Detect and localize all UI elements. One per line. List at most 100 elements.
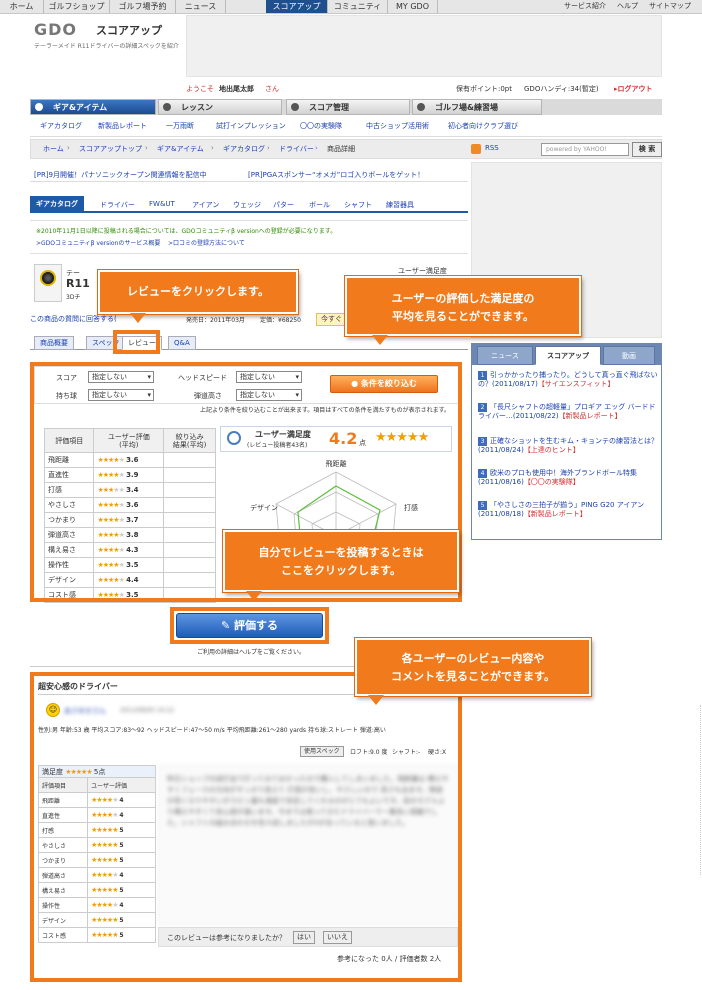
breadcrumb-sep: › [145,144,148,152]
cat-tab-iron[interactable]: アイアン [192,200,219,210]
cat-tab-putter[interactable]: パター [273,200,294,210]
main-tabs: ギア&アイテム レッスン スコア管理 ゴルフ場&練習場 [30,99,662,115]
tab-gear[interactable]: ギア&アイテム [30,99,156,115]
top-nav-service[interactable]: サービス紹介 [564,0,606,13]
callout-click-review: レビューをクリックします。 [98,270,298,314]
callout-tail [368,695,384,705]
notice-box: ※2010年11月1日以降に投稿される場合については、GDOコミュニティβ ve… [30,220,468,254]
notice-link-overview[interactable]: >GDOコミュニティβ versionのサービス概要 [36,238,160,247]
breadcrumb-gear[interactable]: ギア&アイテム [157,144,204,154]
search-button[interactable]: 検 索 [632,142,662,157]
product-satisfaction-label: ユーザー満足度 [398,267,447,275]
breadcrumb: ホーム › スコアアップトップ › ギア&アイテム › ギアカタログ › ドライ… [30,139,662,159]
breadcrumb-current: 商品詳細 [327,145,355,153]
breadcrumb-sep: › [67,144,70,152]
gdo-logo[interactable]: GDO [34,20,77,39]
tab-score[interactable]: スコア管理 [286,99,410,115]
callout-tail [372,335,388,345]
callout-tail [130,313,146,323]
subnav-catalog[interactable]: ギアカタログ [40,121,82,131]
search-input[interactable]: powered by YAHOO! [541,143,629,156]
site-name: スコアアップ [96,24,162,37]
tab-overview[interactable]: 商品概要 [34,336,74,350]
top-nav-news[interactable]: ニュース [176,0,226,13]
tab-course[interactable]: ゴルフ場&練習場 [412,99,542,115]
user-name: 地出尾太郎 [219,85,254,93]
header-banner [186,15,662,77]
callout-average: ユーザーの評価した満足度の 平均を見ることができます。 [345,276,581,336]
subnav-used[interactable]: 中古ショップ活用術 [366,121,429,131]
highlight-review-item [30,672,462,982]
cat-tab-catalog[interactable]: ギアカタログ [30,196,84,213]
top-nav-scoreup[interactable]: スコアアップ [266,0,328,13]
subnav-ichimanu[interactable]: 一万雨断 [166,121,194,131]
cat-tab-practice[interactable]: 練習器具 [386,200,414,210]
top-nav-reservation[interactable]: ゴルフ場予約 [110,0,176,13]
breadcrumb-sep: › [267,144,270,152]
top-nav-community[interactable]: コミュニティ [328,0,388,13]
pr-link-2[interactable]: [PR]PGAスポンサー“オメガ”ロゴ入りボールをゲット！ [248,170,424,180]
top-nav-shop[interactable]: ゴルフショップ [44,0,110,13]
top-nav: ホーム ゴルフショップ ゴルフ場予約 ニュース スコアアップ コミュニティ MY… [0,0,702,14]
review-tabs: 商品概要 スペック レビュー Q&A [30,336,468,350]
category-tabs: ギアカタログ ドライバー FW&UT アイアン ウェッジ パター ボール シャフ… [30,196,468,213]
tagline: テーラーメイド R11ドライバーの詳細スペックを紹介 [34,43,179,50]
release-date: 発売日：2011年03月 [186,317,245,324]
club-head-icon [40,270,56,286]
breadcrumb-sep: › [315,144,318,152]
list-item[interactable]: 3 正確なショットを生むキム・キョンテの練習法とは？(2011/08/24)【上達… [478,437,658,455]
highlight-rate-button [170,607,329,644]
subnav-impression[interactable]: 試打インプレッション [216,121,286,131]
notice-text: ※2010年11月1日以降に投稿される場合については、GDOコミュニティβ ve… [36,228,337,235]
subnav-lab[interactable]: 〇〇の実験隊 [300,121,342,131]
callout-post-review: 自分でレビューを投稿するときは ここをクリックします。 [223,530,459,592]
cat-tab-ball[interactable]: ボール [309,200,330,210]
product-sub: 3Dチ [66,294,81,301]
callout-review-content: 各ユーザーのレビュー内容や コメントを見ることができます。 [355,638,591,696]
tab-lesson[interactable]: レッスン [158,99,282,115]
list-price: 定価：¥68250 [260,317,301,324]
right-tab-video[interactable]: 動画 [603,346,655,365]
rate-note: ご利用の詳細はヘルプをご覧ください。 [197,649,306,656]
breadcrumb-catalog[interactable]: ギアカタログ [223,144,265,154]
cat-tab-driver[interactable]: ドライバー [100,200,135,210]
right-tabs: ニュース スコアアップ 動画 [471,343,662,365]
breadcrumb-scoreup[interactable]: スコアアップトップ [79,144,142,154]
cat-tab-shaft[interactable]: シャフト [344,200,372,210]
subnav-beginner[interactable]: 初心者向けクラブ選び [448,121,518,131]
divider [700,705,701,875]
list-item[interactable]: 5 「やさしさの三拍子が揃う」PING G20 アイアン(2011/08/18)【… [478,501,658,519]
pr-link-1[interactable]: [PR]9月開催！パナソニックオープン関連情報を配信中 [34,170,207,180]
points: 保有ポイント:0pt [456,85,512,93]
top-nav-home[interactable]: ホーム [0,0,44,13]
cat-tab-fwut[interactable]: FW&UT [149,200,175,208]
right-tab-scoreup[interactable]: スコアアップ [535,346,601,365]
rss-icon[interactable] [471,144,481,154]
top-nav-help[interactable]: ヘルプ [617,0,638,13]
question-link[interactable]: この商品の質問に回答する( [30,314,117,324]
callout-tail [246,591,262,601]
divider [30,181,468,182]
list-item[interactable]: 1 引っかかったり捕ったり。どうして真っ直ぐ飛ばないの？(2011/08/17)【… [478,371,658,389]
subnav-new[interactable]: 新製品レポート [98,121,147,131]
right-tab-news[interactable]: ニュース [477,346,533,365]
notice-link-howto[interactable]: >口コミの登録方法について [168,238,245,247]
handicap: GDOハンディ:34(暫定) [524,85,599,93]
highlight-review-tab [113,330,160,354]
top-nav-sitemap[interactable]: サイトマップ [649,0,691,13]
product-name: R11 [66,277,90,290]
list-item[interactable]: 4 欧米のプロも使用中！海外ブランドボール特集(2011/08/16)【〇〇の実験… [478,469,658,487]
cat-tab-wedge[interactable]: ウェッジ [233,200,261,210]
welcome-prefix: ようこそ [186,85,214,93]
top-nav-mygdo[interactable]: MY GDO [388,0,438,13]
breadcrumb-home[interactable]: ホーム [43,144,64,154]
breadcrumb-sep: › [211,144,214,152]
list-item[interactable]: 2 「長尺シャフトの超軽量」プロギア エッグ バードドライバー…(2011/08/… [478,403,658,421]
right-article-list: 1 引っかかったり捕ったり。どうして真っ直ぐ飛ばないの？(2011/08/17)【… [471,365,662,540]
sub-nav: ギアカタログ 新製品レポート 一万雨断 試打インプレッション 〇〇の実験隊 中古… [30,116,662,137]
logout-link[interactable]: ▸ログアウト [614,84,653,94]
breadcrumb-driver[interactable]: ドライバー [279,144,314,154]
welcome-suffix: さん [265,85,279,93]
rss-link[interactable]: RSS [485,144,499,152]
tab-qa[interactable]: Q&A [168,336,196,350]
